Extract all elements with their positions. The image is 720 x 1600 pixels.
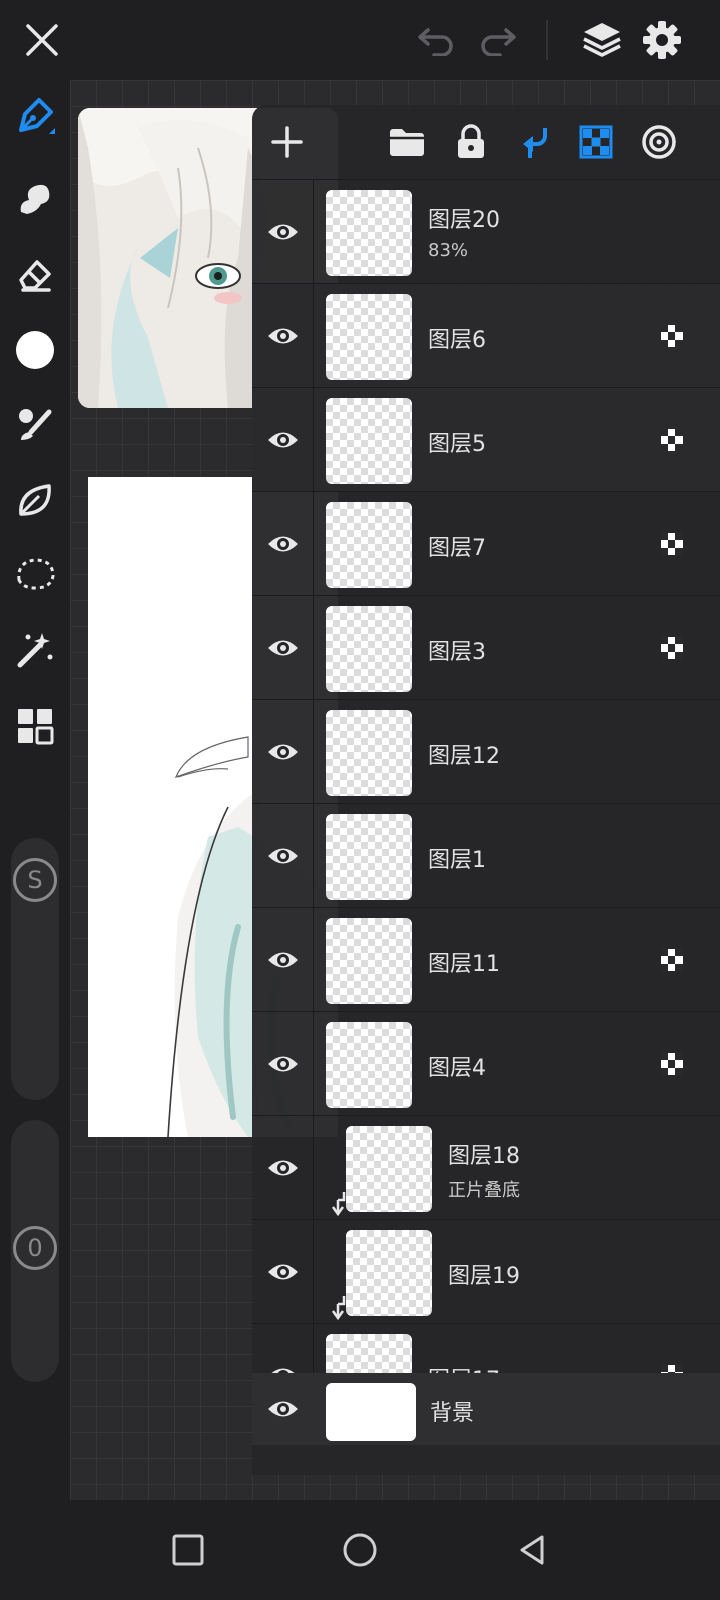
layer-thumbnail xyxy=(326,398,412,484)
layer-row[interactable]: 图层19 xyxy=(252,1219,720,1324)
clip-icon[interactable] xyxy=(507,115,561,169)
layer-thumbnail xyxy=(326,502,412,588)
lasso-icon[interactable] xyxy=(7,546,63,602)
pen-icon[interactable] xyxy=(7,88,63,144)
opacity-slider[interactable]: 0 xyxy=(11,1120,59,1382)
alpha-lock-icon[interactable] xyxy=(660,1052,684,1076)
visibility-eye-icon[interactable] xyxy=(252,1116,314,1220)
visibility-eye-icon[interactable] xyxy=(252,1373,314,1445)
eraser-icon[interactable] xyxy=(7,246,63,302)
layers-panel: 图层20 83% 图层6 图层5 图层7 图层3 图层12 图层1 图层11 图层4 图层18 正片叠… xyxy=(252,105,720,1475)
layer-thumbnail xyxy=(326,814,412,900)
visibility-eye-icon[interactable] xyxy=(252,596,314,700)
settings-icon[interactable] xyxy=(634,12,690,68)
visibility-eye-icon[interactable] xyxy=(252,180,314,284)
visibility-eye-icon[interactable] xyxy=(252,284,314,388)
layer-thumbnail xyxy=(346,1126,432,1212)
layers-icon[interactable] xyxy=(574,12,630,68)
alpha-lock-icon[interactable] xyxy=(569,115,623,169)
opacity-slider-label: 0 xyxy=(27,1234,43,1262)
alpha-lock-icon[interactable] xyxy=(660,324,684,348)
left-toolbar: S 0 xyxy=(0,80,70,1500)
magic-wand-icon[interactable] xyxy=(7,622,63,678)
visibility-eye-icon[interactable] xyxy=(252,388,314,492)
layer-name: 图层12 xyxy=(428,744,500,769)
color-icon[interactable] xyxy=(7,322,63,378)
layer-row[interactable]: 图层4 xyxy=(252,1011,720,1116)
add-layer-icon[interactable] xyxy=(260,115,314,169)
layer-row[interactable]: 图层11 xyxy=(252,907,720,1012)
layer-row[interactable]: 图层18 正片叠底 xyxy=(252,1115,720,1220)
layer-name: 图层1 xyxy=(428,848,486,873)
leaf-icon[interactable] xyxy=(7,472,63,528)
redo-icon[interactable] xyxy=(470,12,526,68)
layer-row[interactable]: 图层20 83% xyxy=(252,179,720,284)
folder-icon[interactable] xyxy=(380,115,434,169)
toolbar-divider xyxy=(546,20,548,60)
app-root: S 0 图层20 83% 图层6 图层5 图层7 图层3 图层12 图层1 图层… xyxy=(0,0,720,1600)
layer-row[interactable]: 图层7 xyxy=(252,491,720,596)
smudge-icon[interactable] xyxy=(7,170,63,226)
system-nav-bar xyxy=(0,1500,720,1600)
visibility-eye-icon[interactable] xyxy=(252,908,314,1012)
layer-thumbnail xyxy=(326,606,412,692)
alpha-lock-icon[interactable] xyxy=(660,636,684,660)
lock-icon[interactable] xyxy=(444,115,498,169)
layer-thumbnail xyxy=(346,1230,432,1316)
blend-mode-icon[interactable] xyxy=(632,115,686,169)
layer-name: 图层18 xyxy=(448,1144,520,1169)
layers-panel-toolbar xyxy=(252,105,720,179)
clipping-arrow-icon xyxy=(330,1294,348,1321)
alpha-lock-icon[interactable] xyxy=(660,428,684,452)
size-slider-label: S xyxy=(27,866,43,894)
recents-button[interactable] xyxy=(166,1528,210,1572)
layer-thumbnail xyxy=(326,918,412,1004)
layer-name: 图层20 xyxy=(428,208,500,233)
layer-list: 图层20 83% 图层6 图层5 图层7 图层3 图层12 图层1 图层11 图层4 图层18 正片叠… xyxy=(252,179,720,1428)
layer-name: 图层4 xyxy=(428,1056,486,1081)
layer-thumbnail xyxy=(326,710,412,796)
layer-name: 图层3 xyxy=(428,640,486,665)
background-layer-row[interactable]: 背景 xyxy=(252,1373,720,1445)
layer-row[interactable]: 图层5 xyxy=(252,387,720,492)
layer-subtitle: 83% xyxy=(428,240,469,261)
visibility-eye-icon[interactable] xyxy=(252,1012,314,1116)
background-layer-name: 背景 xyxy=(430,1401,475,1426)
layer-name: 图层19 xyxy=(448,1264,520,1289)
clipping-arrow-icon xyxy=(330,1190,348,1217)
layer-thumbnail xyxy=(326,294,412,380)
layer-row[interactable]: 图层3 xyxy=(252,595,720,700)
top-bar xyxy=(0,0,720,80)
layer-name: 图层11 xyxy=(428,952,500,977)
visibility-eye-icon[interactable] xyxy=(252,804,314,908)
size-slider-knob[interactable]: S xyxy=(13,858,57,902)
layer-thumbnail xyxy=(326,190,412,276)
close-icon[interactable] xyxy=(14,12,70,68)
back-button[interactable] xyxy=(510,1528,554,1572)
undo-icon[interactable] xyxy=(408,12,464,68)
brush-size-slider[interactable]: S xyxy=(11,838,59,1100)
layer-name: 图层5 xyxy=(428,432,486,457)
visibility-eye-icon[interactable] xyxy=(252,700,314,804)
background-thumbnail xyxy=(326,1383,416,1441)
layer-name: 图层6 xyxy=(428,328,486,353)
alpha-lock-icon[interactable] xyxy=(660,532,684,556)
layer-name: 图层7 xyxy=(428,536,486,561)
visibility-eye-icon[interactable] xyxy=(252,1220,314,1324)
alpha-lock-icon[interactable] xyxy=(660,948,684,972)
layer-row[interactable]: 图层12 xyxy=(252,699,720,804)
layer-row[interactable]: 图层6 xyxy=(252,283,720,388)
layer-subtitle: 正片叠底 xyxy=(448,1180,520,1201)
brush-icon[interactable] xyxy=(7,396,63,452)
grid-icon[interactable] xyxy=(7,698,63,754)
layer-thumbnail xyxy=(326,1022,412,1108)
home-button[interactable] xyxy=(338,1528,382,1572)
visibility-eye-icon[interactable] xyxy=(252,492,314,596)
opacity-slider-knob[interactable]: 0 xyxy=(13,1226,57,1270)
layer-row[interactable]: 图层1 xyxy=(252,803,720,908)
